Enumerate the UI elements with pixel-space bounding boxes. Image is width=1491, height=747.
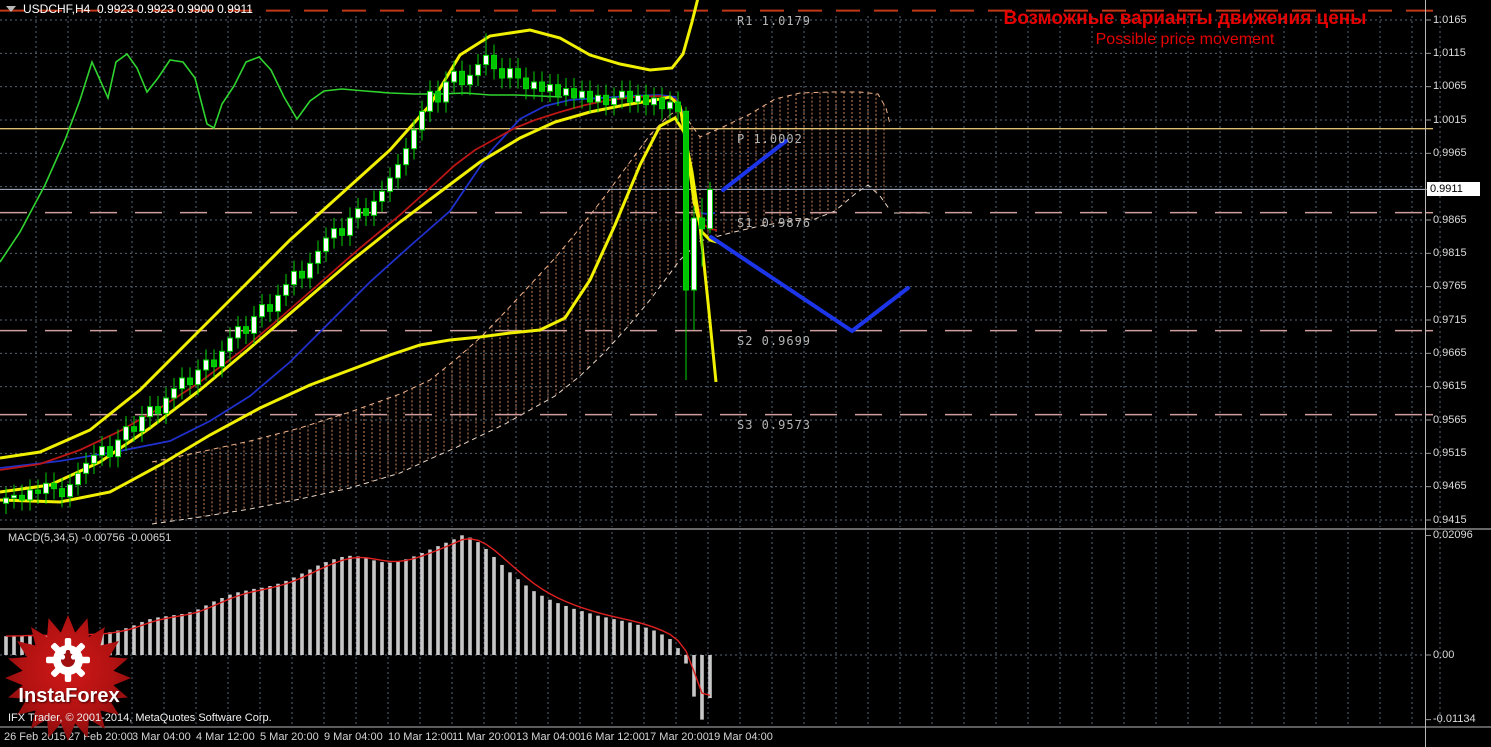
instaforex-logo-text: InstaForex <box>18 685 120 707</box>
annotation-english: Possible price movement <box>1095 31 1275 48</box>
time-scale[interactable]: 26 Feb 2015 27 Feb 20:00 3 Mar 04:00 4 Mar … <box>0 728 1426 747</box>
time-axis-label: 17 Mar 20:00 <box>644 731 709 743</box>
overlay-lines <box>0 0 718 504</box>
blue-ma-line <box>0 94 716 469</box>
time-axis-label: 9 Mar 04:00 <box>324 731 383 743</box>
price-axis-label: 0.9815 <box>1433 246 1467 259</box>
price-axis-label: 1.0115 <box>1433 46 1466 59</box>
platform-copyright: IFX Trader, © 2001-2014, MetaQuotes Soft… <box>8 712 272 724</box>
red-ma-line <box>0 95 718 471</box>
band-lower <box>0 116 718 504</box>
macd-indicator-label: MACD(5,34,5) -0.00756 -0.00651 <box>8 532 172 544</box>
time-axis-label: 5 Mar 20:00 <box>260 731 319 743</box>
price-axis-label: 0.9715 <box>1433 313 1467 326</box>
price-axis-label: 1.0065 <box>1433 80 1467 93</box>
annotation-russian: Возможные варианты движения цены <box>1003 8 1367 29</box>
chart-canvas[interactable] <box>0 0 1491 747</box>
terminal-chart-window[interactable]: USDCHF,H4 0.9923 0.9923 0.9900 0.9911 MA… <box>0 0 1491 747</box>
instaforex-starburst-icon <box>5 615 131 741</box>
candlesticks <box>3 33 713 514</box>
time-axis-label: 13 Mar 04:00 <box>516 731 581 743</box>
pivot-lines <box>0 9 1433 416</box>
chart-title-bar: USDCHF,H4 0.9923 0.9923 0.9900 0.9911 <box>6 2 253 16</box>
price-axis-label: 0.9665 <box>1433 346 1467 359</box>
time-axis-label: 10 Mar 12:00 <box>388 731 453 743</box>
time-axis-label: 3 Mar 04:00 <box>132 731 191 743</box>
forecast-line-2 <box>709 235 910 333</box>
macd-axis-label: 0.02096 <box>1433 529 1473 542</box>
price-scale[interactable]: 1.0165 1.0115 1.0065 1.0015 0.9965 0.9865 0.98… <box>1426 0 1491 747</box>
time-axis-label: 19 Mar 04:00 <box>708 731 773 743</box>
current-price-marker: 0.9911 <box>1427 182 1480 197</box>
price-axis-label: 0.9865 <box>1433 213 1467 226</box>
price-axis-label: 0.9565 <box>1433 413 1467 426</box>
price-axis-label: 0.9615 <box>1433 380 1467 393</box>
price-axis-label: 0.9965 <box>1433 146 1467 159</box>
pivot-label-s3: S3 0.9573 <box>737 417 812 432</box>
macd-axis-label: -0.01134 <box>1433 713 1476 726</box>
price-axis-label: 0.9765 <box>1433 280 1467 293</box>
instaforex-logo <box>4 612 134 747</box>
pivot-label-p: P 1.0002 <box>737 131 803 146</box>
chart-title: USDCHF,H4 0.9923 0.9923 0.9900 0.9911 <box>23 2 253 16</box>
price-axis-label: 0.9465 <box>1433 480 1467 493</box>
price-axis-label: 1.0165 <box>1433 13 1467 26</box>
price-axis-label: 1.0015 <box>1433 113 1467 126</box>
pivot-label-s1: S1 0.9876 <box>737 215 812 230</box>
macd-axis-label: 0.00 <box>1433 648 1455 661</box>
forecast-lines <box>709 139 910 333</box>
time-axis-label: 16 Mar 12:00 <box>580 731 645 743</box>
symbol-dropdown-icon[interactable] <box>6 6 16 12</box>
time-axis-label: 11 Mar 20:00 <box>452 731 517 743</box>
pivot-label-r1: R1 1.0179 <box>737 13 812 28</box>
price-axis-label: 0.9415 <box>1433 513 1467 526</box>
gear-icon <box>46 638 90 682</box>
price-axis-label: 0.9515 <box>1433 446 1467 459</box>
time-axis-label: 4 Mar 12:00 <box>196 731 255 743</box>
pivot-label-s2: S2 0.9699 <box>737 333 812 348</box>
